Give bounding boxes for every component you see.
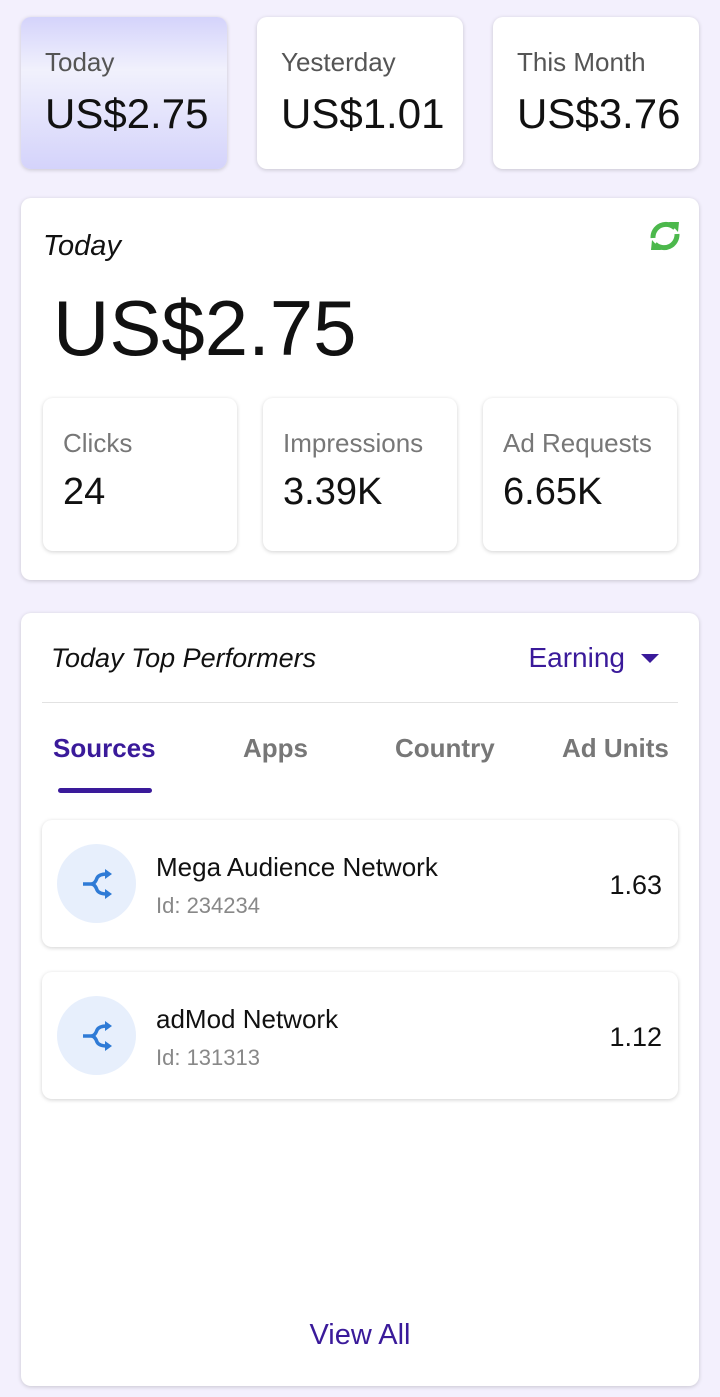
- source-id: Id: 234234: [156, 893, 260, 918]
- tab-ad-units[interactable]: Ad Units: [562, 733, 669, 764]
- stat-ad-requests: Ad Requests 6.65K: [483, 398, 677, 551]
- stat-clicks: Clicks 24: [43, 398, 237, 551]
- summary-label: This Month: [517, 47, 646, 77]
- view-all-button[interactable]: View All: [21, 1319, 699, 1352]
- source-name: adMod Network: [156, 1004, 339, 1034]
- today-card: Today US$2.75 Clicks 24 Impressions 3.39K …: [21, 198, 699, 580]
- refresh-icon[interactable]: [645, 216, 685, 256]
- metric-dropdown[interactable]: Earning: [528, 642, 659, 674]
- tab-sources[interactable]: Sources: [53, 733, 156, 764]
- source-earning: 1.12: [609, 1022, 662, 1052]
- summary-card-today[interactable]: Today US$2.75: [21, 17, 227, 169]
- source-earning: 1.63: [609, 870, 662, 900]
- shuffle-icon: [57, 996, 136, 1075]
- stat-label: Impressions: [283, 428, 424, 458]
- summary-card-yesterday[interactable]: Yesterday US$1.01: [257, 17, 463, 169]
- stat-value: 6.65K: [503, 471, 603, 513]
- summary-label: Yesterday: [281, 47, 396, 77]
- top-performers-card: Today Top Performers Earning Sources App…: [21, 613, 699, 1386]
- list-item[interactable]: Mega Audience Network Id: 234234 1.63: [42, 820, 678, 947]
- stat-label: Ad Requests: [503, 428, 652, 458]
- summary-card-this-month[interactable]: This Month US$3.76: [493, 17, 699, 169]
- summary-value: US$1.01: [281, 90, 445, 137]
- shuffle-icon: [57, 844, 136, 923]
- stat-value: 24: [63, 471, 106, 513]
- source-name: Mega Audience Network: [156, 852, 438, 882]
- summary-value: US$3.76: [517, 90, 681, 137]
- active-tab-indicator: [58, 788, 152, 793]
- metric-label: Earning: [528, 642, 625, 673]
- source-id: Id: 131313: [156, 1045, 260, 1070]
- performers-title: Today Top Performers: [51, 643, 317, 673]
- stat-impressions: Impressions 3.39K: [263, 398, 457, 551]
- tab-apps[interactable]: Apps: [243, 733, 308, 764]
- list-item[interactable]: adMod Network Id: 131313 1.12: [42, 972, 678, 1099]
- tab-country[interactable]: Country: [395, 733, 495, 764]
- stat-label: Clicks: [63, 428, 133, 458]
- summary-label: Today: [45, 47, 115, 77]
- today-value: US$2.75: [53, 284, 357, 372]
- today-title: Today: [43, 230, 121, 262]
- caret-down-icon: [641, 653, 659, 663]
- divider: [42, 702, 678, 703]
- summary-value: US$2.75: [45, 90, 209, 137]
- stat-value: 3.39K: [283, 471, 383, 513]
